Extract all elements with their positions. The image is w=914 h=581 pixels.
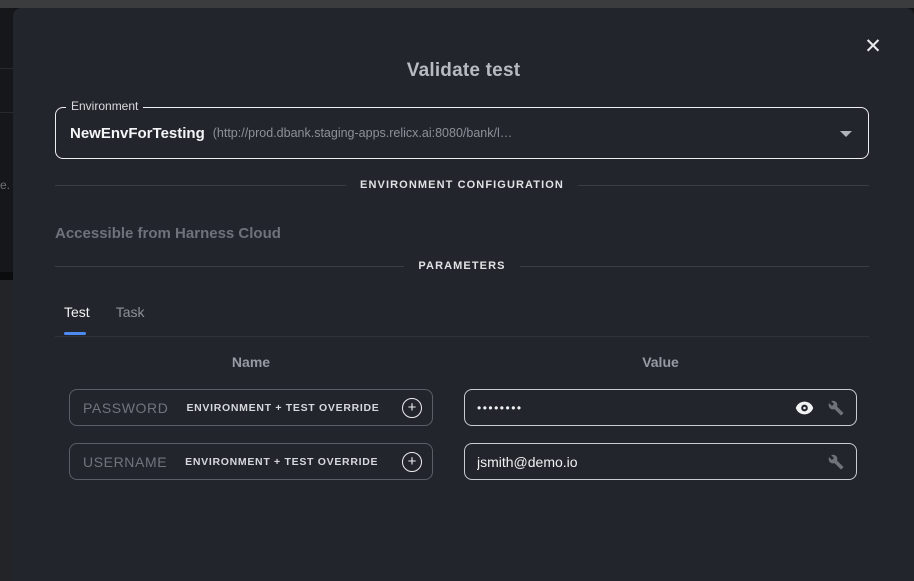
environment-selected-name: NewEnvForTesting (70, 125, 205, 142)
background-sidebar-lower (0, 280, 13, 581)
parameters-divider: PARAMETERS (55, 258, 869, 274)
close-button[interactable]: ✕ (859, 32, 887, 60)
add-override-button[interactable]: + (402, 452, 422, 472)
divider-line (520, 266, 869, 267)
accessibility-note: Accessible from Harness Cloud (55, 225, 281, 242)
tab-test[interactable]: Test (64, 304, 90, 320)
environment-selected-url: (http://prod.dbank.staging-apps.relicx.a… (213, 126, 512, 140)
divider-line (55, 185, 346, 186)
wrench-icon (828, 454, 844, 470)
divider (0, 112, 13, 113)
parameters-heading: PARAMETERS (418, 260, 505, 272)
environment-select-label: Environment (66, 99, 143, 113)
plus-icon: + (408, 454, 417, 469)
username-name-field[interactable]: USERNAME ENVIRONMENT + TEST OVERRIDE + (69, 443, 433, 480)
parameter-row-username: USERNAME ENVIRONMENT + TEST OVERRIDE + (13, 443, 914, 480)
divider (0, 68, 13, 69)
close-icon: ✕ (864, 36, 882, 57)
tab-task[interactable]: Task (116, 304, 145, 320)
divider (0, 272, 13, 280)
parameters-tabs: Test Task (64, 304, 144, 320)
edit-value-button[interactable] (828, 400, 844, 416)
environment-select[interactable]: Environment NewEnvForTesting (http://pro… (55, 107, 869, 159)
parameter-row-password: PASSWORD ENVIRONMENT + TEST OVERRIDE + (13, 389, 914, 426)
username-value-field[interactable] (464, 443, 857, 480)
truncated-background-text: e. (0, 178, 10, 192)
chevron-down-icon (840, 131, 852, 137)
environment-configuration-heading: ENVIRONMENT CONFIGURATION (360, 179, 564, 191)
show-password-toggle[interactable] (795, 401, 814, 415)
plus-icon: + (408, 400, 417, 415)
active-tab-underline (64, 332, 86, 335)
password-value-input[interactable] (477, 401, 781, 415)
eye-icon (795, 401, 814, 415)
environment-configuration-divider: ENVIRONMENT CONFIGURATION (55, 177, 869, 193)
tabs-baseline (55, 336, 869, 337)
divider-line (55, 266, 404, 267)
password-value-field[interactable] (464, 389, 857, 426)
background-sidebar-sliver: e. (0, 8, 13, 581)
override-badge: ENVIRONMENT + TEST OVERRIDE (185, 456, 378, 468)
wrench-icon (828, 400, 844, 416)
edit-value-button[interactable] (828, 454, 844, 470)
validate-test-dialog: ✕ Validate test Environment NewEnvForTes… (13, 8, 914, 581)
column-header-value: Value (464, 354, 857, 370)
add-override-button[interactable]: + (402, 398, 422, 418)
column-header-name: Name (69, 354, 433, 370)
username-value-input[interactable] (477, 454, 814, 470)
page-title: Validate test (13, 60, 914, 82)
password-name-field[interactable]: PASSWORD ENVIRONMENT + TEST OVERRIDE + (69, 389, 433, 426)
parameter-name-placeholder: USERNAME (83, 454, 167, 470)
parameter-name-placeholder: PASSWORD (83, 400, 168, 416)
divider-line (578, 185, 869, 186)
background-top-bar (0, 0, 914, 8)
override-badge: ENVIRONMENT + TEST OVERRIDE (186, 402, 379, 414)
